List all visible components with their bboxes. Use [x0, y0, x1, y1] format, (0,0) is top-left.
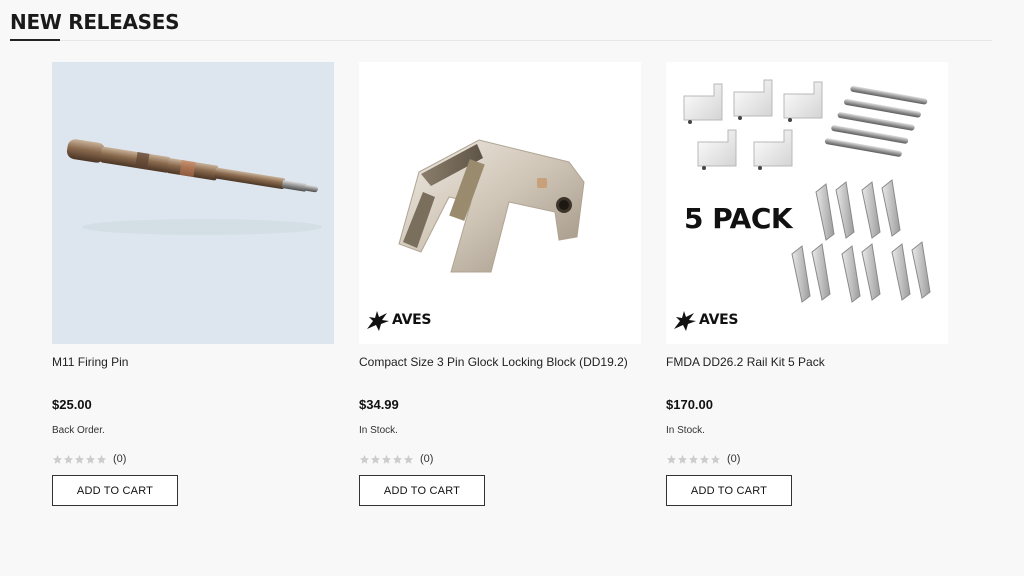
add-to-cart-button[interactable]: ADD TO CART	[52, 475, 178, 506]
product-name[interactable]: FMDA DD26.2 Rail Kit 5 Pack	[666, 354, 948, 370]
product-price: $34.99	[359, 397, 399, 412]
product-card: 5 PACK AVES FMDA DD26.2 Rail Kit 5 Pack …	[666, 62, 948, 512]
product-name[interactable]: Compact Size 3 Pin Glock Locking Block (…	[359, 354, 641, 370]
star-rating-icon	[359, 454, 414, 465]
aves-logo: AVES	[365, 305, 431, 335]
stock-status: In Stock.	[666, 425, 705, 436]
section-divider	[10, 40, 992, 41]
star-rating-icon	[52, 454, 107, 465]
pack-label: 5 PACK	[684, 202, 793, 235]
rating-count[interactable]: (0)	[113, 453, 126, 465]
product-name[interactable]: M11 Firing Pin	[52, 354, 334, 370]
product-grid: M11 Firing Pin $25.00 Back Order. (0) AD…	[52, 62, 952, 522]
product-rating: (0)	[52, 452, 126, 466]
aves-logo: AVES	[672, 305, 738, 335]
product-card: M11 Firing Pin $25.00 Back Order. (0) AD…	[52, 62, 334, 512]
rating-count[interactable]: (0)	[727, 453, 740, 465]
logo-text: AVES	[392, 312, 432, 328]
product-image-link[interactable]	[52, 62, 334, 344]
product-price: $25.00	[52, 397, 92, 412]
bird-logo-icon	[674, 311, 696, 331]
rating-count[interactable]: (0)	[420, 453, 433, 465]
add-to-cart-button[interactable]: ADD TO CART	[666, 475, 792, 506]
product-rating: (0)	[359, 452, 433, 466]
stock-status: In Stock.	[359, 425, 398, 436]
logo-text: AVES	[699, 312, 739, 328]
star-rating-icon	[666, 454, 721, 465]
product-image-link[interactable]: 5 PACK AVES	[666, 62, 948, 344]
locking-block-image	[398, 139, 585, 273]
firing-pin-image	[66, 139, 322, 235]
section-title: NEW RELEASES	[10, 10, 180, 34]
product-price: $170.00	[666, 397, 713, 412]
bird-logo-icon	[367, 311, 389, 331]
product-image-link[interactable]: AVES	[359, 62, 641, 344]
product-rating: (0)	[666, 452, 740, 466]
section-header: NEW RELEASES	[10, 10, 992, 42]
add-to-cart-button[interactable]: ADD TO CART	[359, 475, 485, 506]
stock-status: Back Order.	[52, 425, 105, 436]
product-card: AVES Compact Size 3 Pin Glock Locking Bl…	[359, 62, 641, 512]
section-title-underline	[10, 39, 60, 41]
